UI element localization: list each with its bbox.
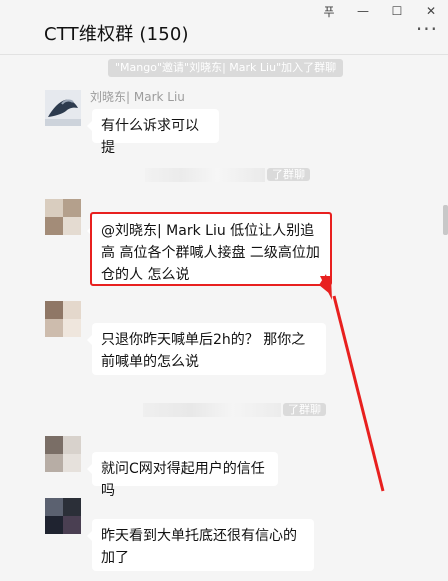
annotation-arrow-icon [319,274,385,492]
